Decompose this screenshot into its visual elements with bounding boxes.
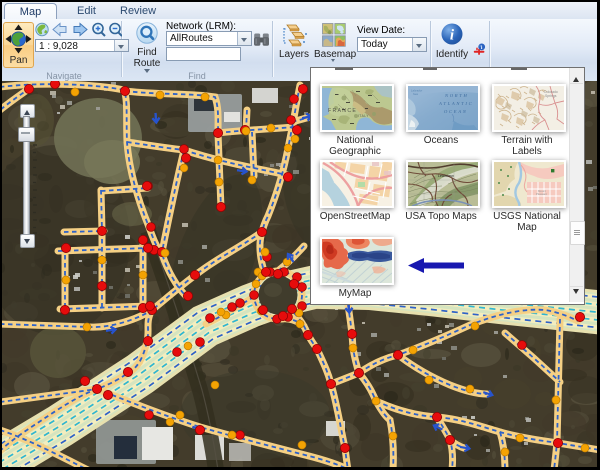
svg-text:ITALY: ITALY [358,114,369,118]
svg-text:NORTH: NORTH [444,93,469,98]
svg-text:ATLANTIC: ATLANTIC [438,101,473,106]
svg-text:Springs: Springs [545,94,557,98]
svg-text:Lewistown: Lewistown [438,174,454,178]
svg-text:OCEAN: OCEAN [444,109,468,114]
svg-text:Sea: Sea [413,92,418,96]
svg-text:Pleasant: Pleasant [536,192,547,196]
svg-text:FRANCE: FRANCE [328,108,357,114]
